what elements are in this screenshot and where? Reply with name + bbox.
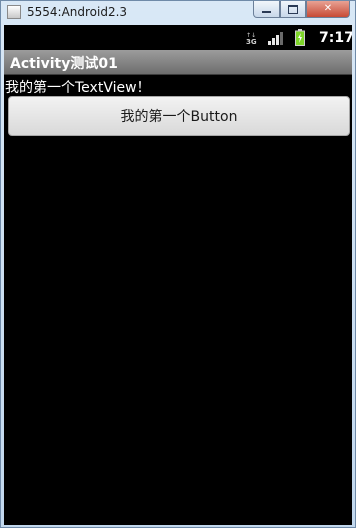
minimize-icon: [262, 11, 271, 13]
app-window-icon: [7, 5, 21, 19]
minimize-button[interactable]: [253, 1, 280, 18]
status-bar: ↑↓ 3G 7:17: [4, 25, 352, 50]
battery-charging-icon: [295, 29, 305, 46]
signal-strength-icon: [268, 32, 283, 45]
window-titlebar[interactable]: 5554:Android2.3 ✕: [1, 1, 355, 25]
android-screen: ↑↓ 3G 7:17 Activity测试01 我的第一个TextView！ 我…: [4, 25, 352, 525]
close-icon: ✕: [323, 3, 333, 14]
activity-title: Activity测试01: [10, 56, 118, 72]
status-time: 7:17: [319, 30, 352, 46]
3g-data-icon: ↑↓ 3G: [246, 32, 257, 45]
close-button[interactable]: ✕: [306, 1, 350, 18]
first-button[interactable]: 我的第一个Button: [8, 96, 350, 136]
first-text-view: 我的第一个TextView！: [5, 80, 151, 96]
maximize-button[interactable]: [280, 1, 306, 18]
activity-title-bar: Activity测试01: [4, 50, 352, 74]
emulator-window: 5554:Android2.3 ✕ ↑↓ 3G 7:17 Activity测试0…: [0, 0, 356, 528]
svg-text:3G: 3G: [246, 38, 257, 45]
maximize-icon: [288, 4, 298, 14]
window-title: 5554:Android2.3: [27, 5, 128, 19]
